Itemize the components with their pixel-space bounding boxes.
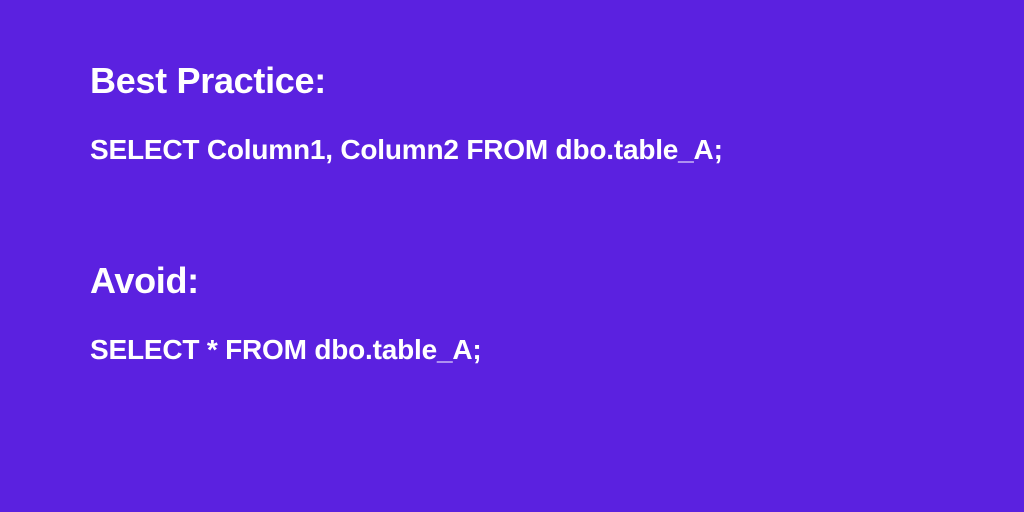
best-practice-code: SELECT Column1, Column2 FROM dbo.table_A… bbox=[90, 134, 934, 166]
avoid-code: SELECT * FROM dbo.table_A; bbox=[90, 334, 934, 366]
best-practice-heading: Best Practice: bbox=[90, 60, 934, 102]
best-practice-section: Best Practice: SELECT Column1, Column2 F… bbox=[90, 60, 934, 166]
avoid-section: Avoid: SELECT * FROM dbo.table_A; bbox=[90, 260, 934, 366]
section-divider bbox=[90, 166, 934, 260]
avoid-heading: Avoid: bbox=[90, 260, 934, 302]
